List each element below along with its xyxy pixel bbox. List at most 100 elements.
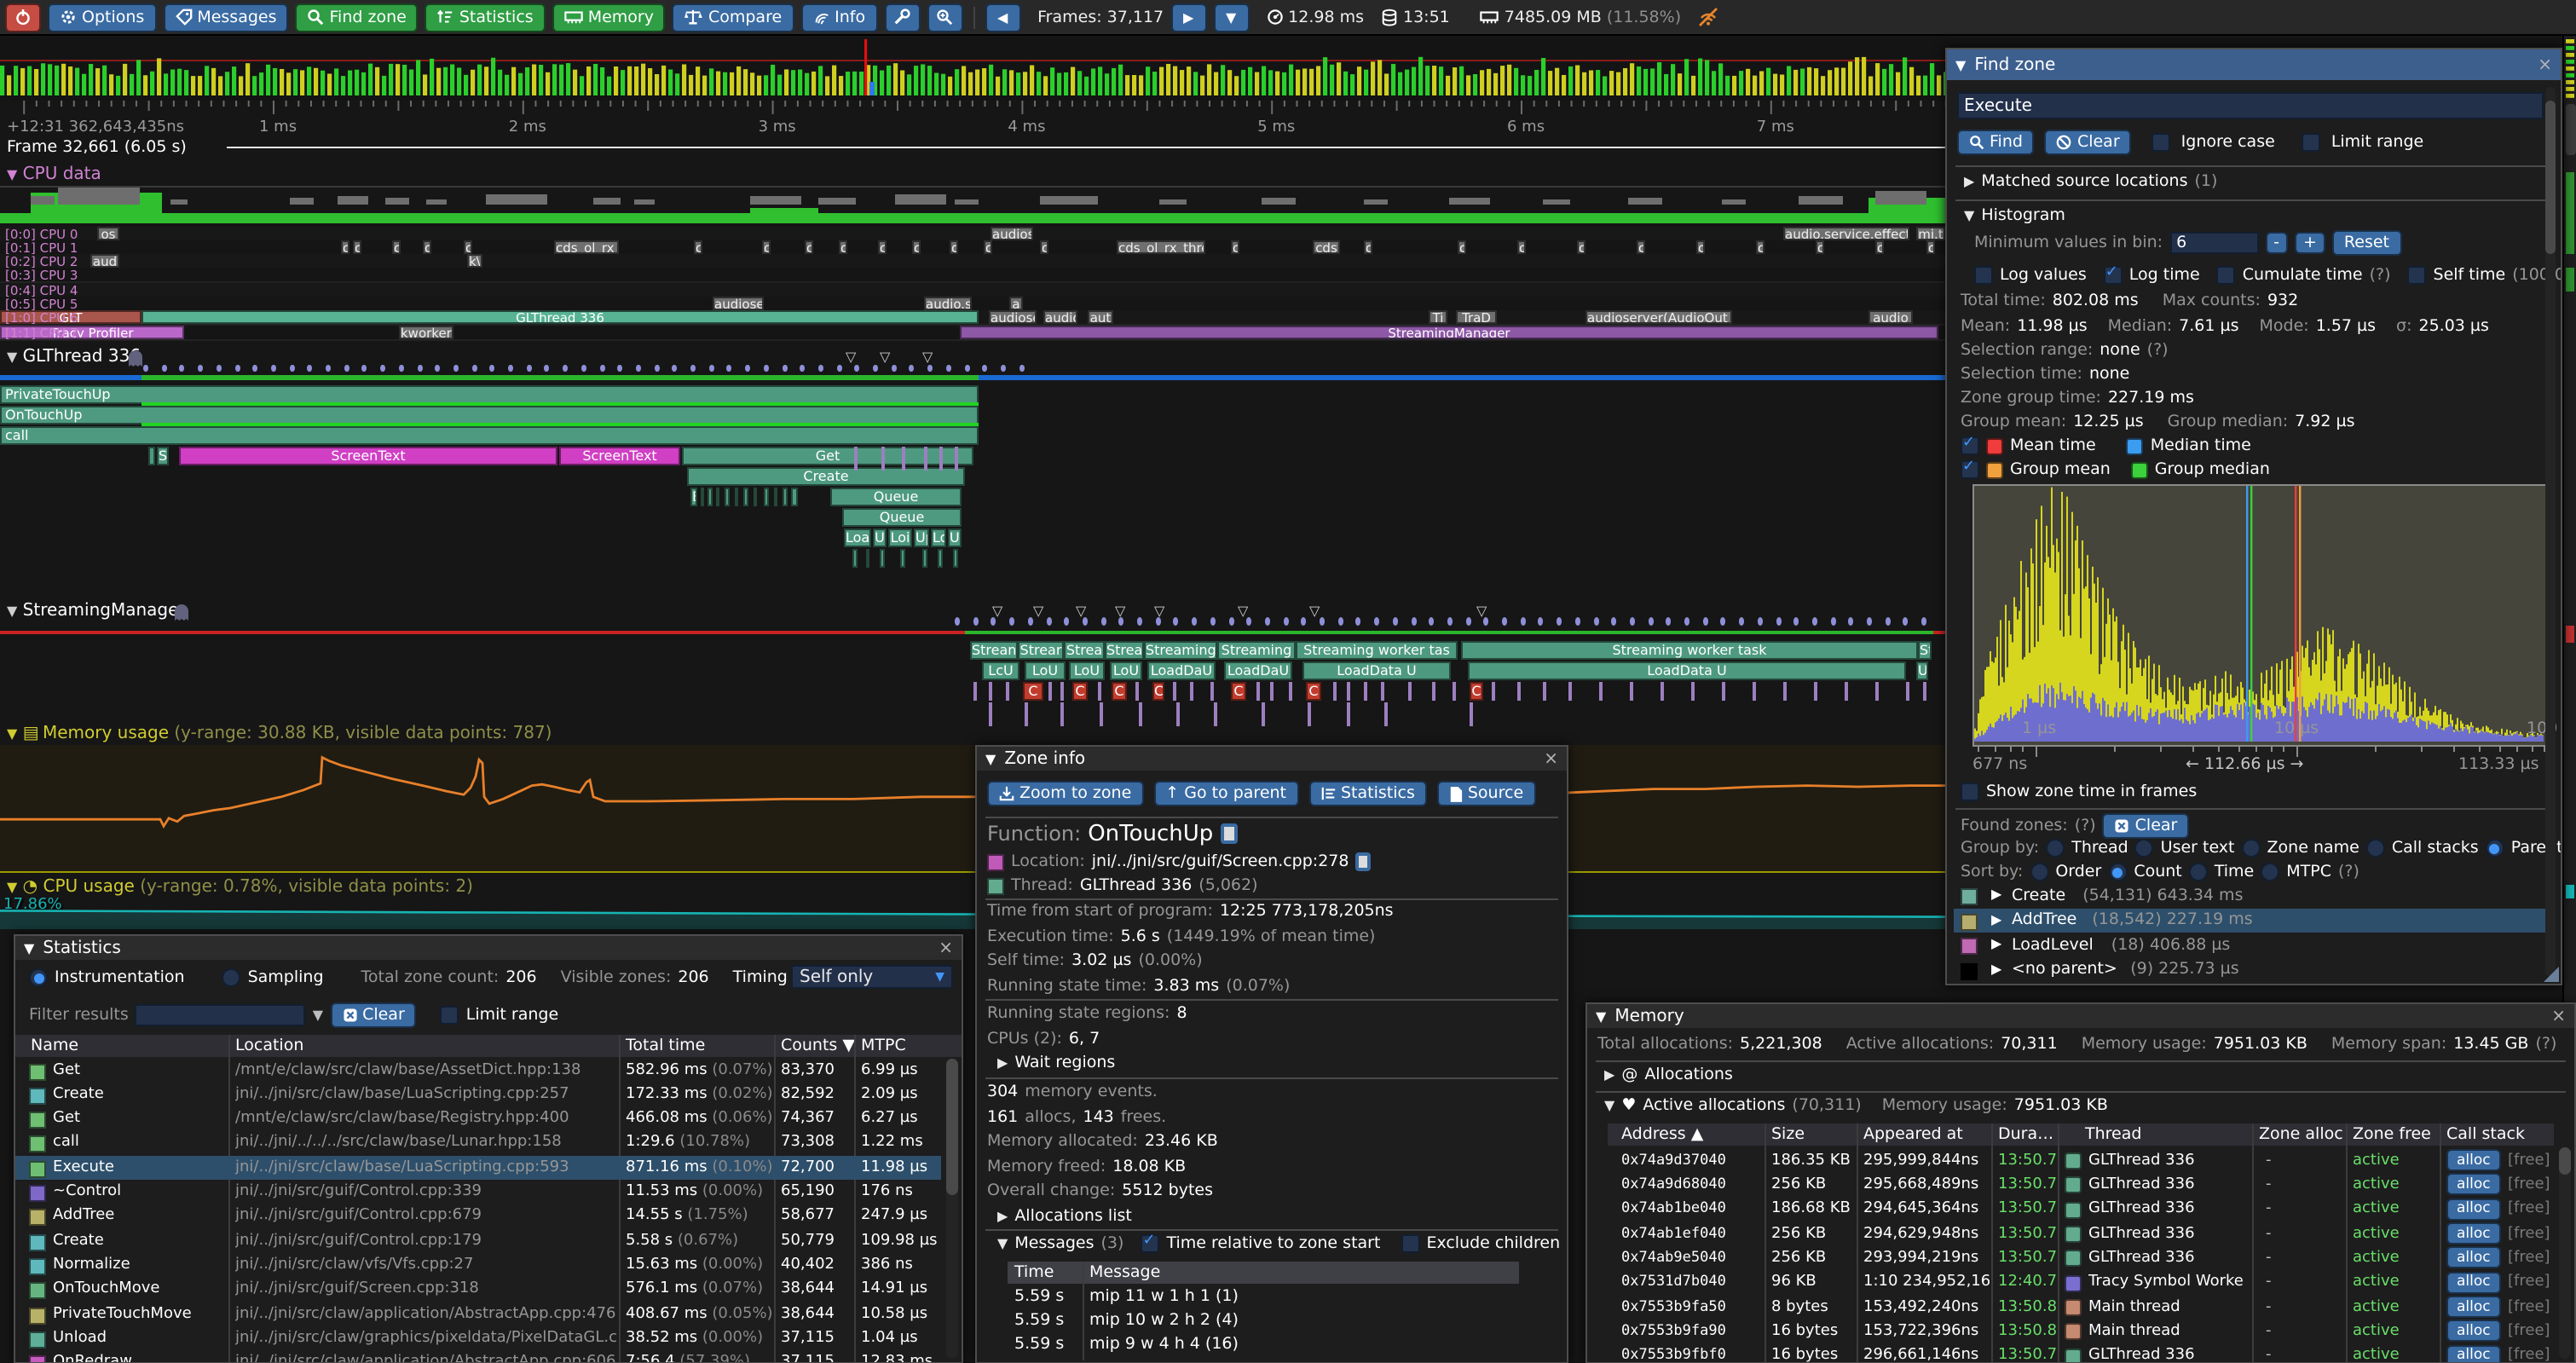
zone[interactable]: Streaming: [1144, 640, 1217, 659]
message-dot[interactable]: [1812, 617, 1817, 625]
zone[interactable]: ScreenText: [559, 446, 680, 465]
zone[interactable]: c: [1577, 240, 1585, 254]
zone[interactable]: LoU: [1069, 661, 1105, 679]
zone[interactable]: c: [694, 240, 702, 254]
allocation-row[interactable]: 0x7553b9fa9016 bytes153,722,396ns13:50.8…: [1608, 1320, 2554, 1343]
zone[interactable]: Lo: [931, 528, 946, 546]
collapse-triangle-icon[interactable]: ▼: [997, 1236, 1008, 1251]
frame-marker[interactable]: ▽: [1033, 603, 1043, 618]
column-header[interactable]: Message: [1089, 1263, 1160, 1282]
alloc-callstack-button[interactable]: alloc: [2446, 1222, 2501, 1245]
found-zone-group[interactable]: ▶<no parent>(9) 225.73 µs: [1954, 958, 2547, 982]
expand-triangle-icon[interactable]: ▶: [1991, 936, 2001, 951]
message-dot[interactable]: [982, 364, 987, 372]
mark[interactable]: [1543, 681, 1546, 700]
group-by-parent[interactable]: [2486, 839, 2504, 858]
zone[interactable]: c: [1364, 240, 1372, 254]
message-dot[interactable]: [1721, 617, 1726, 625]
zone[interactable]: aud: [90, 254, 119, 268]
streaming-section-header[interactable]: ▼ StreamingManager: [7, 601, 186, 620]
group-by-thread[interactable]: [2046, 839, 2065, 858]
frame-separator-label[interactable]: Frame 32,661 (6.05 s): [7, 138, 187, 157]
statistics-row[interactable]: Get/mnt/e/claw/src/claw/base/Registry.hp…: [15, 1106, 941, 1130]
zone[interactable]: audioserver(AudioOut_D): [1585, 311, 1732, 325]
message-dot[interactable]: [380, 364, 385, 372]
message-dot[interactable]: [490, 364, 495, 372]
zone[interactable]: Get: [682, 446, 973, 465]
message-dot[interactable]: [1320, 617, 1325, 625]
mark[interactable]: [1517, 681, 1521, 700]
zone[interactable]: [716, 487, 719, 505]
zone[interactable]: [938, 548, 943, 567]
column-header[interactable]: Counts ▼: [781, 1037, 855, 1055]
wait-regions-toggle[interactable]: ▶Wait regions: [997, 1054, 1115, 1072]
zone[interactable]: [852, 548, 858, 567]
message-dot[interactable]: [964, 364, 969, 372]
message-dot[interactable]: [1830, 617, 1835, 625]
mark[interactable]: [1381, 681, 1384, 700]
zone[interactable]: aut: [1088, 311, 1113, 325]
statistics-row[interactable]: Normalizejni/../jni/src/claw/vfs/Vfs.cpp…: [15, 1253, 941, 1277]
message-dot[interactable]: [308, 364, 313, 372]
message-dot[interactable]: [1921, 617, 1926, 625]
message-dot[interactable]: [234, 364, 240, 372]
zone[interactable]: c: [1926, 240, 1935, 254]
frame-marker[interactable]: ▽: [922, 349, 933, 365]
statistics-panel-header[interactable]: ▼Statistics×: [15, 936, 962, 960]
column-header[interactable]: MTPC: [861, 1037, 906, 1055]
active-allocations-toggle[interactable]: ▼♥Active allocations(70,311)Memory usage…: [1604, 1096, 2108, 1115]
message-dot[interactable]: [1484, 617, 1489, 625]
column-header[interactable]: Name: [31, 1037, 78, 1055]
zone[interactable]: audiose: [713, 297, 764, 310]
close-icon[interactable]: ×: [1544, 749, 1558, 768]
frame-marker[interactable]: ▽: [1154, 603, 1164, 618]
allocation-row[interactable]: 0x74a9d37040186.35 KB295,999,844ns13:50.…: [1608, 1148, 2554, 1172]
zone[interactable]: [708, 487, 713, 505]
message-dot[interactable]: [782, 364, 787, 372]
message-dot[interactable]: [453, 364, 459, 372]
zone[interactable]: LoadDaU: [1224, 661, 1292, 679]
message-dot[interactable]: [636, 364, 641, 372]
clipboard-icon[interactable]: [1356, 852, 1372, 871]
zone[interactable]: Up: [914, 528, 929, 546]
statistics-button[interactable]: Statistics: [425, 3, 546, 32]
cumulate-time-checkbox[interactable]: [2217, 266, 2236, 285]
statistics-row[interactable]: Createjni/../jni/src/claw/base/LuaScript…: [15, 1083, 941, 1106]
zone[interactable]: cds: [1313, 240, 1340, 254]
message-dot[interactable]: [654, 364, 659, 372]
zone[interactable]: call: [0, 425, 979, 444]
zone[interactable]: StreamingManager: [960, 325, 1938, 338]
message-dot[interactable]: [471, 364, 477, 372]
memory-panel-header[interactable]: ▼Memory×: [1587, 1004, 2574, 1028]
message-dot[interactable]: [289, 364, 294, 372]
zone[interactable]: U: [1916, 661, 1928, 679]
column-header[interactable]: Appeared at: [1863, 1125, 1963, 1144]
close-icon[interactable]: ×: [939, 939, 953, 957]
message-dot[interactable]: [1009, 617, 1014, 625]
message-dot[interactable]: [1885, 617, 1890, 625]
zone[interactable]: c: [1875, 240, 1884, 254]
message-dot[interactable]: [180, 364, 185, 372]
tools-button[interactable]: [884, 3, 920, 32]
zone[interactable]: [791, 487, 798, 505]
zone[interactable]: c: [1696, 240, 1705, 254]
mark[interactable]: [1661, 681, 1664, 700]
show-zone-time-checkbox[interactable]: [1961, 783, 1979, 801]
clipboard-icon[interactable]: [1220, 823, 1237, 844]
allocation-row[interactable]: 0x7531d7b04096 KB1:10 234,952,16112:40.7…: [1608, 1271, 2554, 1295]
found-zone-group[interactable]: ▶Create(54,131) 643.34 ms: [1954, 883, 2547, 907]
column-header[interactable]: Time: [1014, 1263, 1054, 1282]
sort-by-count[interactable]: [2108, 863, 2127, 881]
messages-button[interactable]: Messages: [163, 3, 288, 32]
close-icon[interactable]: ×: [2538, 55, 2552, 74]
cpu-usage-graph[interactable]: [0, 189, 1945, 223]
zone[interactable]: c: [464, 240, 472, 254]
zone[interactable]: Ti: [1429, 311, 1447, 325]
message-dot[interactable]: [399, 364, 404, 372]
mark[interactable]: [1845, 681, 1848, 700]
message-dot[interactable]: [1502, 617, 1507, 625]
zone[interactable]: Strean: [970, 640, 1018, 659]
alloc-callstack-button[interactable]: alloc: [2446, 1296, 2501, 1318]
message-dot[interactable]: [690, 364, 696, 372]
allocations-toggle[interactable]: ▶@Allocations: [1604, 1066, 1733, 1084]
